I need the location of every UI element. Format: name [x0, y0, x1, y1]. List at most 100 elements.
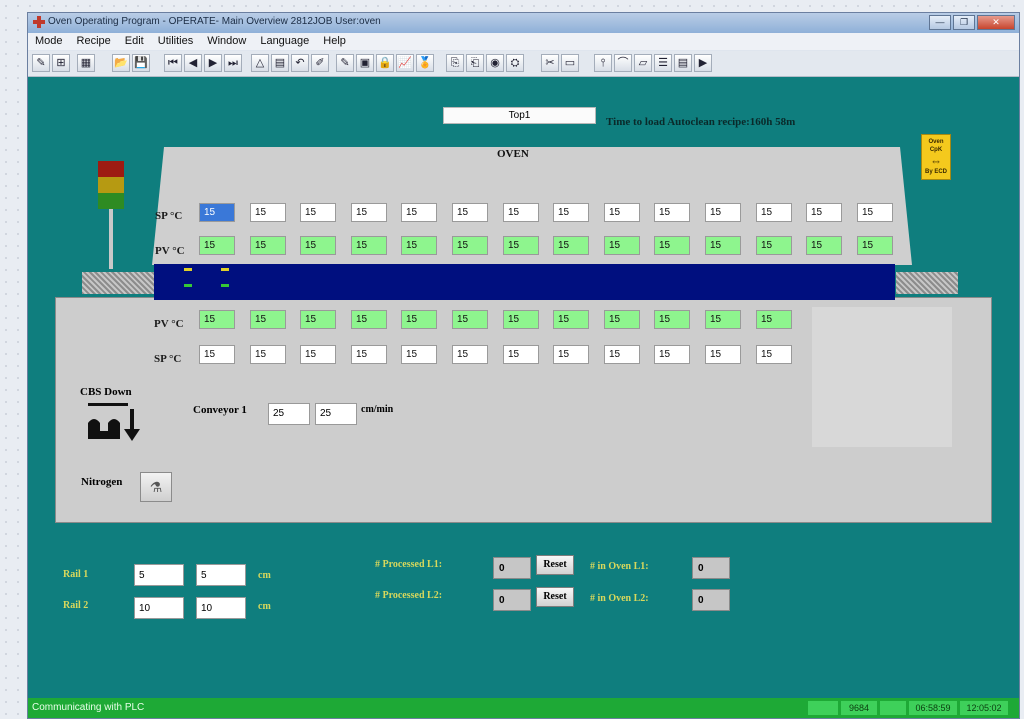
prev-icon[interactable]: ◀ [184, 54, 202, 72]
setpoint-field-zone-7[interactable]: 15 [503, 203, 539, 222]
setpoint-field-zone-5[interactable]: 15 [401, 203, 437, 222]
last-icon[interactable]: ⏭ [224, 54, 242, 72]
setpoint-field-zone-6[interactable]: 15 [452, 345, 488, 364]
monitor-icon[interactable]: ▤ [674, 54, 692, 72]
certificate-icon[interactable]: 🏅 [416, 54, 434, 72]
conveyor-actual-field[interactable]: 25 [315, 403, 357, 425]
minimize-button[interactable]: — [929, 15, 951, 30]
setpoint-field-zone-14[interactable]: 15 [857, 203, 893, 222]
edit-icon[interactable]: ✎ [32, 54, 50, 72]
cpk-wave-icon: ⇔ [930, 154, 942, 168]
setpoint-field-zone-1[interactable]: 15 [199, 345, 235, 364]
setpoint-field-zone-8[interactable]: 15 [553, 345, 589, 364]
setpoint-field-zone-6[interactable]: 15 [452, 203, 488, 222]
rail1-actual-field[interactable]: 5 [196, 564, 246, 586]
setpoint-field-zone-2[interactable]: 15 [250, 203, 286, 222]
next-icon[interactable]: ▶ [204, 54, 222, 72]
draw-icon[interactable]: ✐ [311, 54, 329, 72]
rail2-actual-field[interactable]: 10 [196, 597, 246, 619]
setpoint-field-zone-12[interactable]: 15 [756, 345, 792, 364]
menu-mode[interactable]: Mode [28, 33, 70, 50]
paste-icon[interactable]: ⎗ [466, 54, 484, 72]
cpk-title: Oven CpK [928, 139, 944, 153]
open-folder-icon[interactable]: 📂 [112, 54, 130, 72]
first-icon[interactable]: ⏮ [164, 54, 182, 72]
menu-edit[interactable]: Edit [118, 33, 151, 50]
play-icon[interactable]: ▶ [694, 54, 712, 72]
cbs-down-icon[interactable] [86, 401, 158, 443]
in-oven-l1-value: 0 [692, 557, 730, 579]
setpoint-field-zone-10[interactable]: 15 [654, 345, 690, 364]
oven-right-panel [812, 307, 952, 447]
setpoint-field-zone-9[interactable]: 15 [604, 203, 640, 222]
setpoint-field-zone-11[interactable]: 15 [705, 203, 741, 222]
window-icon[interactable]: ▭ [561, 54, 579, 72]
setpoint-field-zone-2[interactable]: 15 [250, 345, 286, 364]
oven-cpk-button[interactable]: Oven CpK ⇔ By ECD [921, 134, 951, 180]
setpoint-field-zone-3[interactable]: 15 [300, 203, 336, 222]
yellow-light [98, 177, 124, 193]
status-field [808, 701, 838, 715]
upper-pv-label: PV °C [155, 245, 185, 257]
setpoint-field-zone-3[interactable]: 15 [300, 345, 336, 364]
cut-icon[interactable]: ✂ [541, 54, 559, 72]
process-value-zone-11: 15 [705, 236, 741, 255]
conveyor-setpoint-field[interactable]: 25 [268, 403, 310, 425]
menu-window[interactable]: Window [200, 33, 253, 50]
process-value-zone-14: 15 [857, 236, 893, 255]
process-value-zone-11: 15 [705, 310, 741, 329]
undo-icon[interactable]: ↶ [291, 54, 309, 72]
stack-light [98, 161, 124, 269]
setpoint-field-zone-1[interactable]: 15 [199, 203, 235, 222]
menu-language[interactable]: Language [253, 33, 316, 50]
cpk-by: By ECD [924, 169, 947, 175]
graph-icon[interactable]: 📈 [396, 54, 414, 72]
rail1-setpoint-field[interactable]: 5 [134, 564, 184, 586]
copy-icon[interactable]: ⎘ [446, 54, 464, 72]
reset-l2-button[interactable]: Reset [536, 587, 574, 607]
setpoint-field-zone-8[interactable]: 15 [553, 203, 589, 222]
processed-l2-label: # Processed L2: [375, 590, 443, 601]
box-icon[interactable]: ▣ [356, 54, 374, 72]
triangle-icon[interactable]: △ [251, 54, 269, 72]
list-icon[interactable]: ☰ [654, 54, 672, 72]
rail2-setpoint-field[interactable]: 10 [134, 597, 184, 619]
close-button[interactable]: ✕ [977, 15, 1015, 30]
reset-l1-button[interactable]: Reset [536, 555, 574, 575]
conveyor-label: Conveyor 1 [193, 404, 247, 416]
process-value-zone-4: 15 [351, 310, 387, 329]
wheel-icon[interactable]: ◉ [486, 54, 504, 72]
title-bar[interactable]: Oven Operating Program - OPERATE- Main O… [28, 13, 1019, 33]
process-value-zone-10: 15 [654, 236, 690, 255]
status-time: 06:58:59 [909, 701, 957, 715]
process-value-zone-12: 15 [756, 236, 792, 255]
setpoint-field-zone-13[interactable]: 15 [806, 203, 842, 222]
setpoint-field-zone-4[interactable]: 15 [351, 345, 387, 364]
zones-icon[interactable]: ▦ [77, 54, 95, 72]
save-icon[interactable]: 💾 [132, 54, 150, 72]
menu-recipe[interactable]: Recipe [70, 33, 118, 50]
menu-help[interactable]: Help [316, 33, 353, 50]
processed-l1-label: # Processed L1: [375, 559, 443, 570]
camera-icon[interactable]: ⛭ [506, 54, 524, 72]
setpoint-field-zone-12[interactable]: 15 [756, 203, 792, 222]
setpoint-field-zone-5[interactable]: 15 [401, 345, 437, 364]
maximize-button[interactable]: ❐ [953, 15, 975, 30]
measure-icon[interactable]: ⌒ [614, 54, 632, 72]
setpoint-field-zone-4[interactable]: 15 [351, 203, 387, 222]
pen-icon[interactable]: ✎ [336, 54, 354, 72]
grid-icon[interactable]: ⊞ [52, 54, 70, 72]
setpoint-field-zone-11[interactable]: 15 [705, 345, 741, 364]
process-value-zone-3: 15 [300, 310, 336, 329]
menu-utilities[interactable]: Utilities [151, 33, 200, 50]
tape-icon[interactable]: ▱ [634, 54, 652, 72]
top-field[interactable]: Top1 [443, 107, 596, 124]
app-icon [33, 16, 45, 28]
probe-icon[interactable]: ⫯ [594, 54, 612, 72]
setpoint-field-zone-10[interactable]: 15 [654, 203, 690, 222]
setpoint-field-zone-7[interactable]: 15 [503, 345, 539, 364]
lock-icon[interactable]: 🔒 [376, 54, 394, 72]
nitrogen-button[interactable]: ⚗ [140, 472, 172, 502]
setpoint-field-zone-9[interactable]: 15 [604, 345, 640, 364]
profile-icon[interactable]: ▤ [271, 54, 289, 72]
